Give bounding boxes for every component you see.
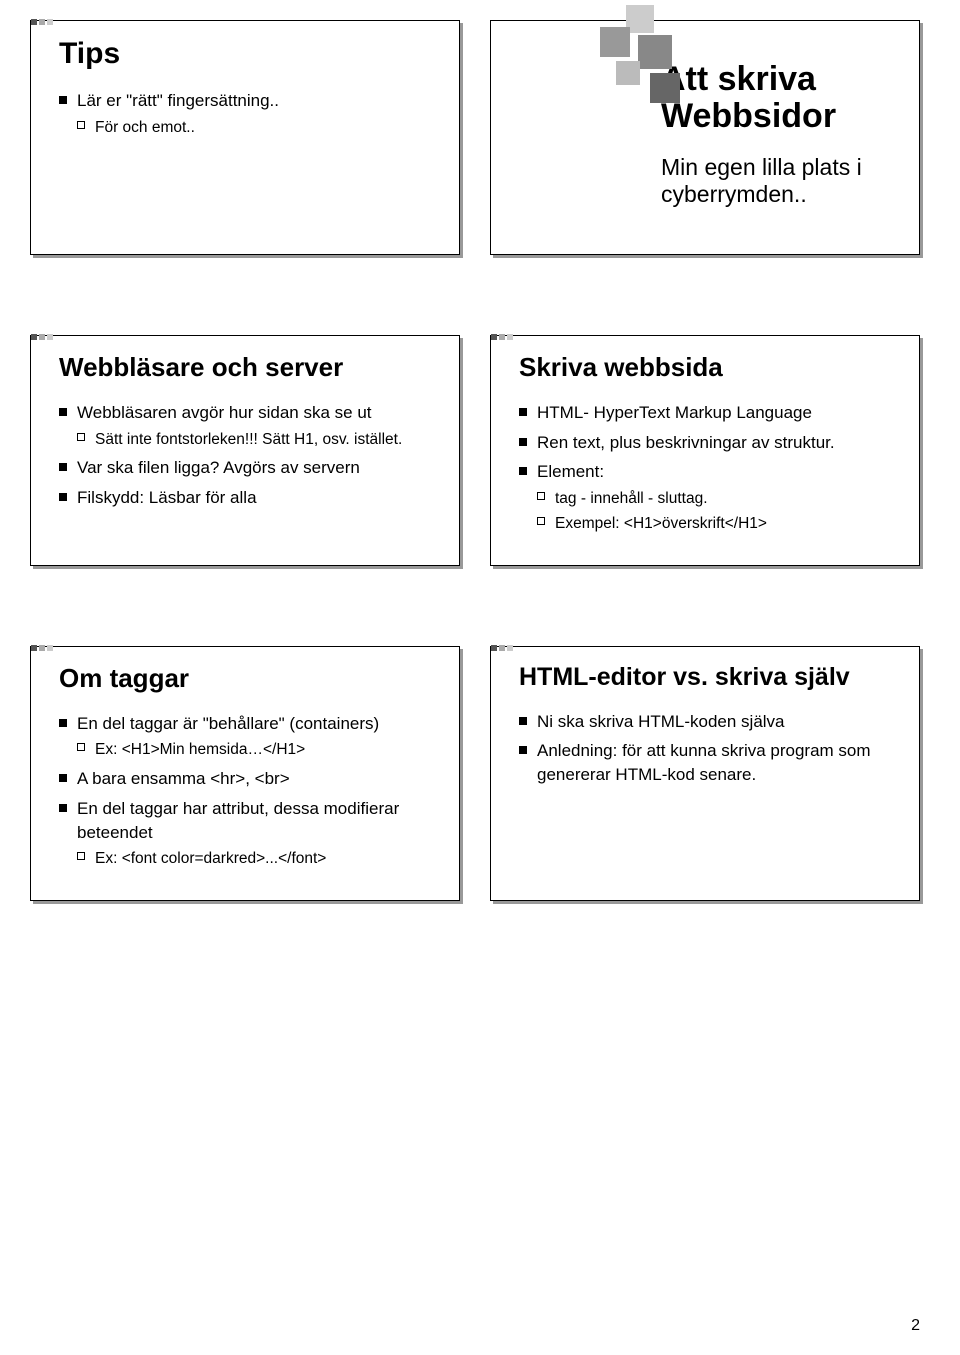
list-item: Filskydd: Läsbar för alla	[59, 486, 437, 510]
list-item: Lär er "rätt" fingersättning.. För och e…	[59, 89, 437, 138]
slide-tips: Tips Lär er "rätt" fingersättning.. För …	[30, 20, 460, 255]
slide-title-main: Att skriva Webbsidor Min egen lilla plat…	[490, 20, 920, 255]
slide-title: HTML-editor vs. skriva själv	[519, 663, 897, 692]
list-item: Ren text, plus beskrivningar av struktur…	[519, 431, 897, 455]
slide-title: Webbläsare och server	[59, 352, 437, 383]
slide-accent	[491, 334, 523, 340]
sub-item: För och emot..	[77, 117, 437, 139]
sub-item: Sätt inte fontstorleken!!! Sätt H1, osv.…	[77, 429, 437, 451]
slide-title: Tips	[59, 37, 437, 71]
item-text: En del taggar är "behållare" (containers…	[77, 714, 379, 733]
slide-title: Skriva webbsida	[519, 352, 897, 383]
slide-accent	[31, 334, 63, 340]
slide-accent	[31, 645, 63, 651]
sub-item: Ex: <font color=darkred>...</font>	[77, 848, 437, 870]
list-item: Webbläsaren avgör hur sidan ska se ut Sä…	[59, 401, 437, 450]
page: Tips Lär er "rätt" fingersättning.. För …	[0, 0, 960, 971]
slide-row-1: Tips Lär er "rätt" fingersättning.. För …	[30, 20, 930, 255]
slide-editor: HTML-editor vs. skriva själv Ni ska skri…	[490, 646, 920, 902]
page-number: 2	[911, 1317, 920, 1335]
item-text: En del taggar har attribut, dessa modifi…	[77, 799, 399, 842]
sub-item: Exempel: <H1>överskrift</H1>	[537, 513, 897, 535]
slide-taggar: Om taggar En del taggar är "behållare" (…	[30, 646, 460, 902]
list-item: Ni ska skriva HTML-koden själva	[519, 710, 897, 734]
list-item: En del taggar är "behållare" (containers…	[59, 712, 437, 761]
slide-accent	[491, 645, 523, 651]
item-text: Webbläsaren avgör hur sidan ska se ut	[77, 403, 372, 422]
list-item: HTML- HyperText Markup Language	[519, 401, 897, 425]
slide-accent	[31, 19, 63, 25]
list-item: A bara ensamma <hr>, <br>	[59, 767, 437, 791]
decor-squares-icon	[586, 5, 696, 115]
slide-row-2: Webbläsare och server Webbläsaren avgör …	[30, 335, 930, 566]
sub-item: tag - innehåll - sluttag.	[537, 488, 897, 510]
item-text: Element:	[537, 462, 604, 481]
list-item: En del taggar har attribut, dessa modifi…	[59, 797, 437, 870]
slide-row-3: Om taggar En del taggar är "behållare" (…	[30, 646, 930, 902]
slide-skriva: Skriva webbsida HTML- HyperText Markup L…	[490, 335, 920, 566]
sub-item: Ex: <H1>Min hemsida…</H1>	[77, 739, 437, 761]
list-item: Anledning: för att kunna skriva program …	[519, 739, 897, 787]
slide-title: Om taggar	[59, 663, 437, 694]
main-subtitle: Min egen lilla plats i cyberrymden..	[661, 154, 891, 208]
item-text: Lär er "rätt" fingersättning..	[77, 91, 279, 110]
slide-server: Webbläsare och server Webbläsaren avgör …	[30, 335, 460, 566]
list-item: Element: tag - innehåll - sluttag. Exemp…	[519, 460, 897, 534]
list-item: Var ska filen ligga? Avgörs av servern	[59, 456, 437, 480]
